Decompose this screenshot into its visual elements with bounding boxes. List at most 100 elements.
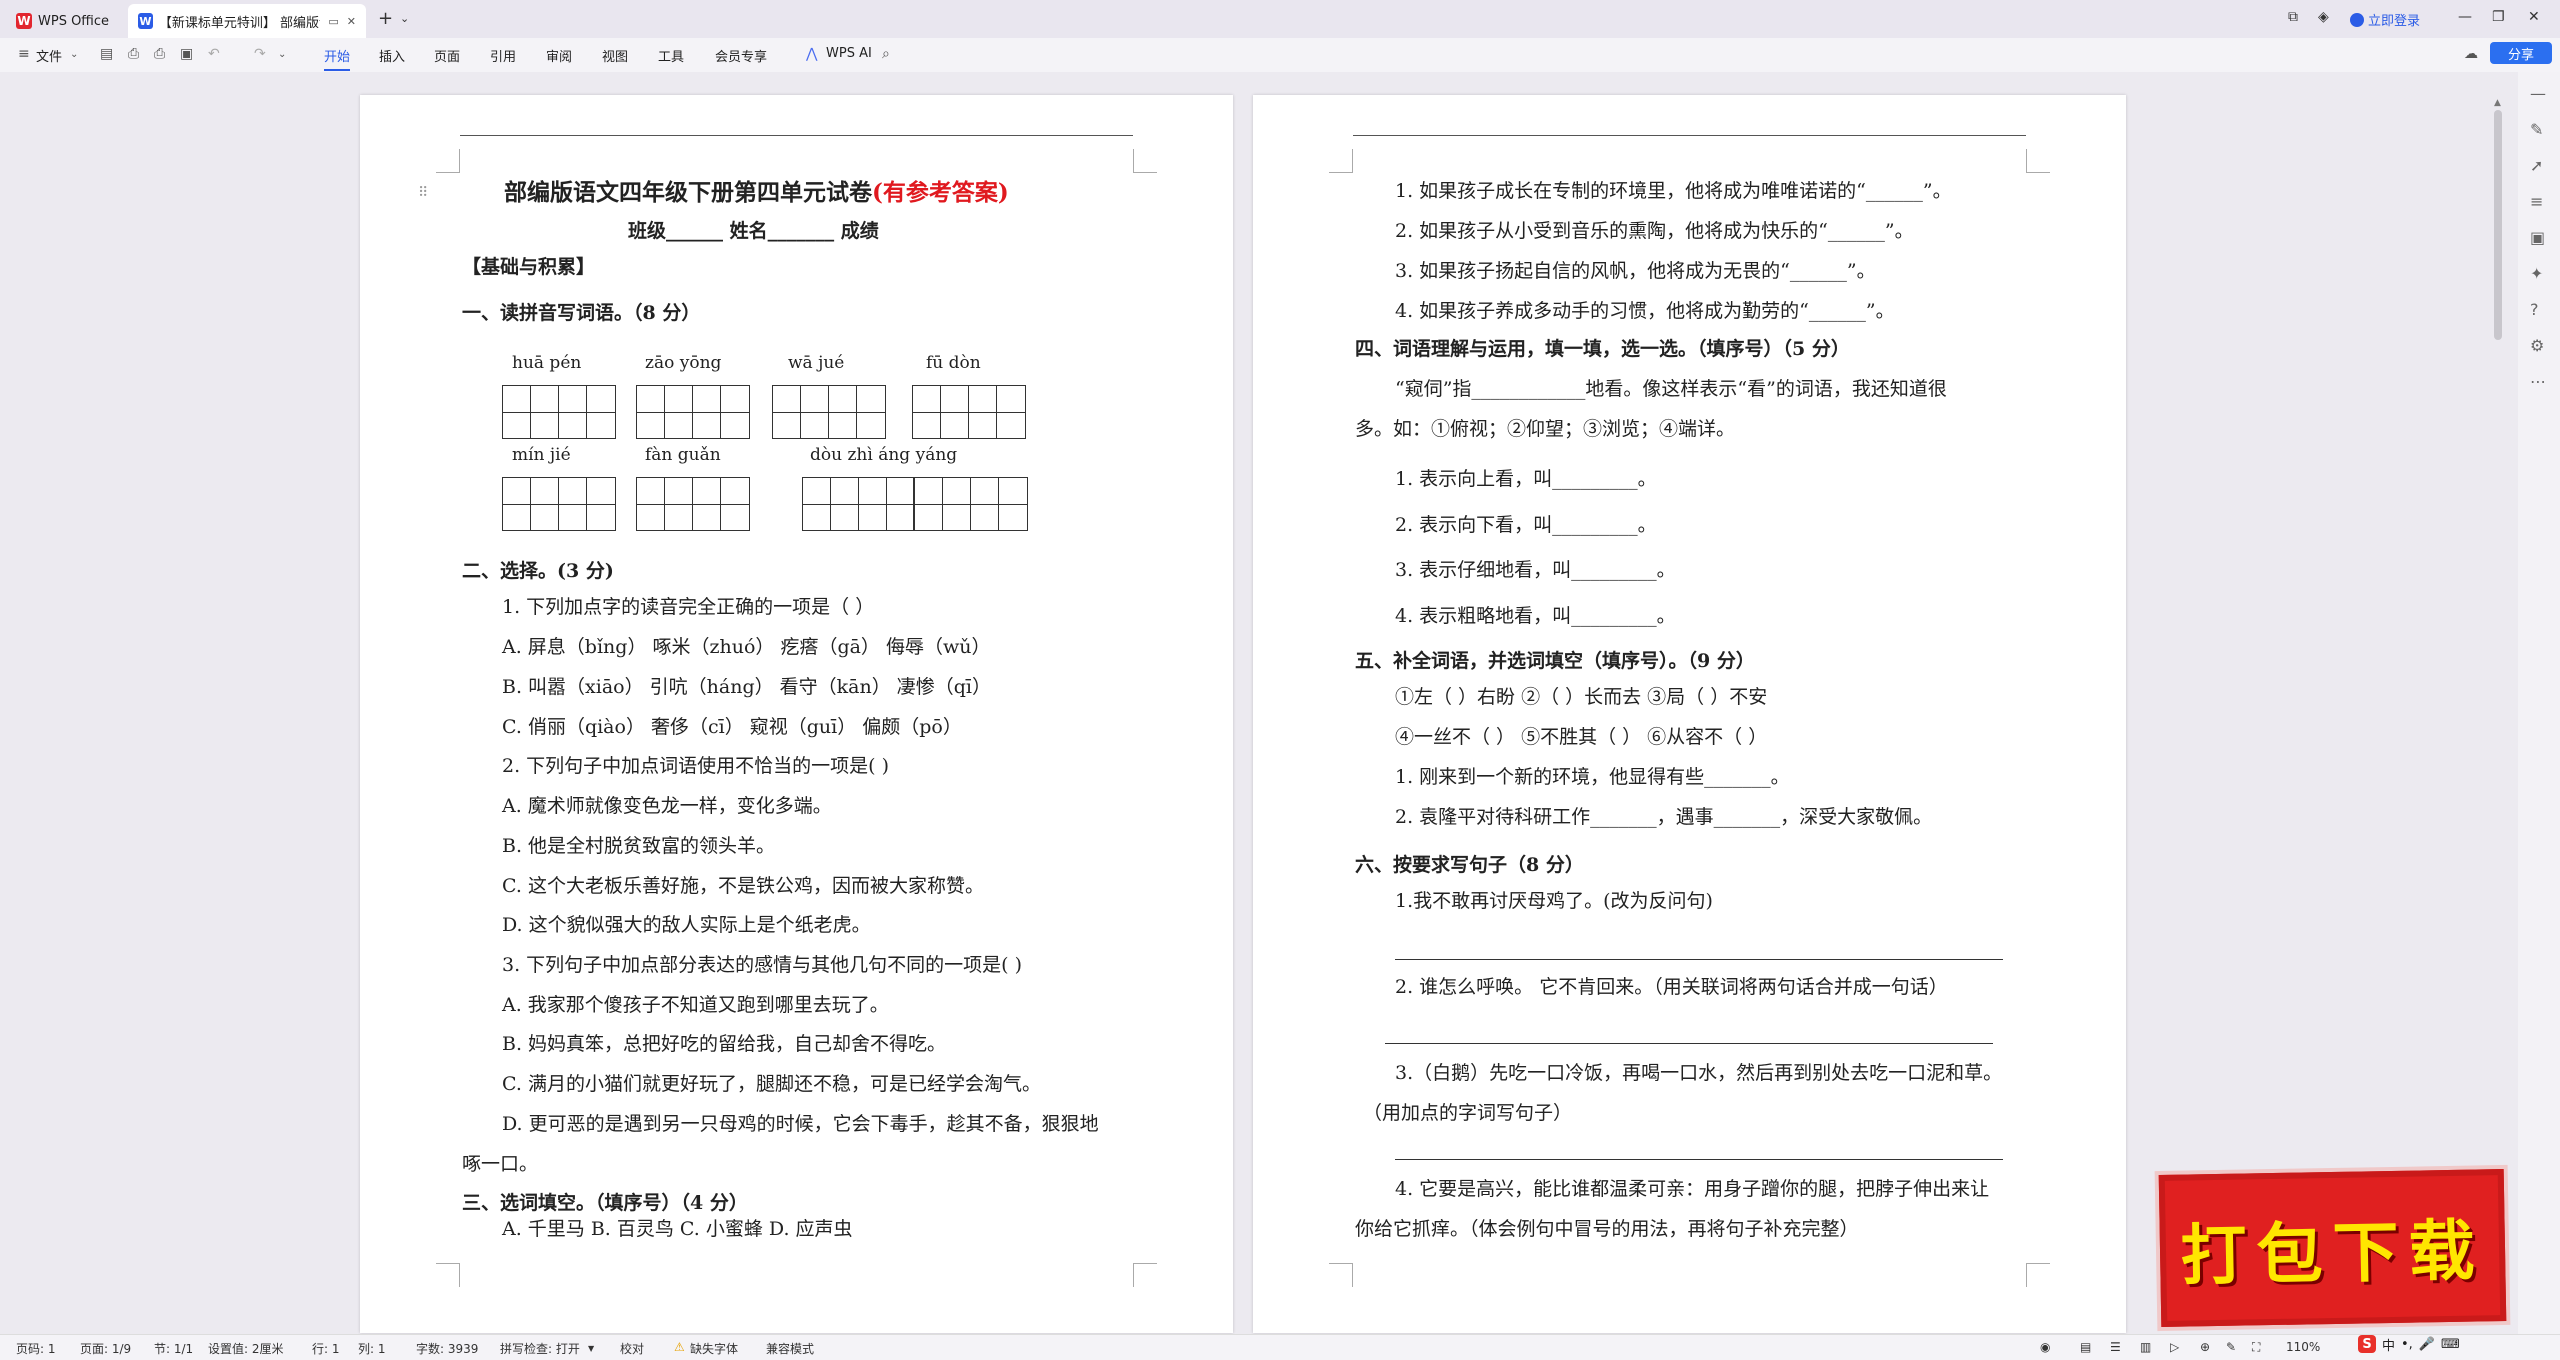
redo-icon[interactable]: ↷ — [254, 46, 266, 62]
download-banner-text: 打包下载 — [2179, 1211, 2486, 1295]
adjust-icon[interactable]: ≡ — [2530, 192, 2543, 211]
ime-punctuation-icon[interactable]: •, — [2401, 1337, 2413, 1352]
share-label: 分享 — [2507, 47, 2534, 63]
play-icon[interactable]: ▷ — [2170, 1340, 2179, 1354]
window-layout-icon[interactable]: ⧉ — [2288, 9, 2298, 25]
minimize-icon[interactable]: — — [2458, 9, 2472, 25]
status-compat-mode[interactable]: 兼容模式 — [766, 1340, 814, 1357]
cloud-icon[interactable]: ☁ — [2464, 46, 2478, 62]
s5-row-1: ①左（ ）右盼 ②（ ）长而去 ③局（ ）不安 — [1395, 686, 1768, 708]
s6-question-4-cont: 你给它抓痒。（体会例句中冒号的用法，再将句子补充完整） — [1355, 1218, 1859, 1240]
comment-icon[interactable]: ▭ — [328, 15, 338, 28]
share-button[interactable]: 分享 — [2490, 42, 2552, 64]
s6-question-2: 2. 谁怎么呼唤。 它不肯回来。（用关联词将两句话合并成一句话） — [1395, 976, 1948, 998]
wps-ai-button[interactable]: WPS AI — [826, 46, 872, 61]
section-1-heading: 一、读拼音写词语。（8 分） — [462, 302, 701, 324]
page-view-icon[interactable]: ▤ — [2080, 1340, 2091, 1354]
writing-grid[interactable] — [912, 385, 1026, 439]
search-icon[interactable]: ⌕ — [882, 46, 890, 62]
document-page-2[interactable]: 1. 如果孩子成长在专制的环境里，他将成为唯唯诺诺的“______”。 2. 如… — [1253, 95, 2126, 1333]
tab-tools[interactable]: 工具 — [658, 46, 684, 65]
writing-grid[interactable] — [772, 385, 886, 439]
writing-grid[interactable] — [502, 385, 616, 439]
help-icon[interactable]: ? — [2530, 300, 2539, 319]
status-page[interactable]: 页码: 1 — [16, 1340, 56, 1357]
tab-start[interactable]: 开始 — [324, 46, 351, 71]
undo-icon[interactable]: ↶ — [208, 46, 220, 62]
tab-review[interactable]: 审阅 — [546, 46, 572, 65]
tab-member[interactable]: 会员专享 — [715, 46, 767, 65]
more-icon[interactable]: ⋯ — [2530, 372, 2546, 391]
close-window-icon[interactable]: ✕ — [2528, 9, 2540, 25]
web-view-icon[interactable]: ⊕ — [2200, 1340, 2210, 1354]
status-setting[interactable]: 设置值: 2厘米 — [208, 1340, 284, 1357]
status-row[interactable]: 行: 1 — [312, 1340, 340, 1357]
ime-toolbar[interactable]: S 中 •, 🎤 ⌨ — [2358, 1332, 2518, 1356]
writing-grid[interactable] — [502, 477, 616, 531]
writing-grid[interactable] — [636, 477, 750, 531]
answer-line[interactable] — [1395, 1159, 2003, 1160]
answer-line[interactable] — [1385, 1043, 1993, 1044]
close-tab-icon[interactable]: ✕ — [347, 15, 356, 28]
vertical-scrollbar[interactable] — [2494, 110, 2502, 340]
status-word-count[interactable]: 字数: 3939 — [416, 1340, 478, 1357]
scroll-up-icon[interactable]: ▲ — [2494, 98, 2501, 108]
cube-icon[interactable]: ◈ — [2318, 9, 2329, 25]
tab-document[interactable]: W 【新课标单元特训】 部编版语 ▭ ✕ — [128, 4, 366, 38]
status-missing-font[interactable]: 缺失字体 — [690, 1340, 738, 1357]
reading-view-icon[interactable]: ▥ — [2140, 1340, 2151, 1354]
pinyin-label: mín jié — [512, 445, 571, 465]
writing-grid[interactable] — [802, 477, 1028, 531]
s5-question-1: 1. 刚来到一个新的环境，他显得有些_______。 — [1395, 766, 1790, 788]
microphone-icon[interactable]: 🎤 — [2419, 1337, 2435, 1352]
pinyin-label: fū dòn — [926, 353, 981, 373]
restore-icon[interactable]: ❐ — [2492, 9, 2505, 25]
tab-insert[interactable]: 插入 — [379, 46, 405, 65]
status-col[interactable]: 列: 1 — [358, 1340, 386, 1357]
status-pages[interactable]: 页面: 1/9 — [80, 1340, 131, 1357]
fit-page-icon[interactable]: ⛶ — [2252, 1340, 2260, 1355]
edit-pen-icon[interactable]: ✎ — [2530, 120, 2543, 139]
tab-wps-home[interactable]: W WPS Office — [6, 4, 124, 38]
zoom-level[interactable]: 110% — [2286, 1340, 2320, 1354]
export-pdf-icon[interactable]: ⎙ — [128, 46, 139, 62]
question-3: 3. 下列句子中加点部分表达的感情与其他几句不同的一项是( ) — [502, 954, 1023, 976]
answer-line[interactable] — [1395, 959, 2003, 960]
magic-tool-icon[interactable]: ✦ — [2530, 264, 2543, 283]
margin-corner — [1133, 149, 1157, 173]
save-icon[interactable]: ▤ — [100, 46, 113, 62]
keyboard-icon[interactable]: ⌨ — [2441, 1337, 2460, 1352]
tab-reference[interactable]: 引用 — [490, 46, 516, 65]
ime-language[interactable]: 中 — [2382, 1335, 2395, 1354]
header-line — [1353, 135, 2026, 136]
spell-chevron-icon[interactable]: ▼ — [588, 1344, 594, 1353]
tab-page[interactable]: 页面 — [434, 46, 460, 65]
pen-icon[interactable]: ✎ — [2226, 1340, 2236, 1354]
eye-icon[interactable]: ◉ — [2040, 1340, 2050, 1354]
image-edit-icon[interactable]: ▣ — [2530, 228, 2545, 247]
tab-view[interactable]: 视图 — [602, 46, 628, 65]
status-proofread[interactable]: 校对 — [620, 1340, 644, 1357]
menu-icon[interactable]: ≡ — [18, 46, 30, 62]
file-chevron-icon[interactable]: ⌄ — [70, 49, 78, 60]
q2-option-a: A. 魔术师就像变色龙一样，变化多端。 — [502, 795, 832, 817]
apps-icon[interactable]: ⚙ — [2530, 336, 2544, 355]
select-cursor-icon[interactable]: ➚ — [2530, 156, 2543, 175]
quick-access-chevron-icon[interactable]: ⌄ — [278, 49, 286, 60]
collapse-icon[interactable]: — — [2530, 84, 2546, 103]
print-preview-icon[interactable]: ▣ — [180, 46, 193, 62]
login-link[interactable]: 立即登录 — [2350, 10, 2420, 29]
outline-view-icon[interactable]: ☰ — [2110, 1340, 2121, 1354]
tab-list-chevron-icon[interactable]: ⌄ — [400, 12, 409, 25]
download-banner[interactable]: 打包下载 — [2158, 1169, 2507, 1327]
margin-corner — [1329, 1263, 1353, 1287]
document-page-1[interactable]: ⠿ 部编版语文四年级下册第四单元试卷(有参考答案) 班级______ 姓名___… — [360, 95, 1233, 1333]
status-section[interactable]: 节: 1/1 — [154, 1340, 193, 1357]
status-spell-check[interactable]: 拼写检查: 打开 — [500, 1340, 580, 1357]
new-tab-button[interactable]: + — [378, 8, 393, 29]
s5-question-2: 2. 袁隆平对待科研工作_______，遇事_______，深受大家敬佩。 — [1395, 806, 1933, 828]
print-icon[interactable]: ⎙ — [154, 46, 165, 62]
file-menu[interactable]: 文件 — [36, 46, 62, 65]
drag-handle-icon[interactable]: ⠿ — [418, 185, 428, 201]
writing-grid[interactable] — [636, 385, 750, 439]
